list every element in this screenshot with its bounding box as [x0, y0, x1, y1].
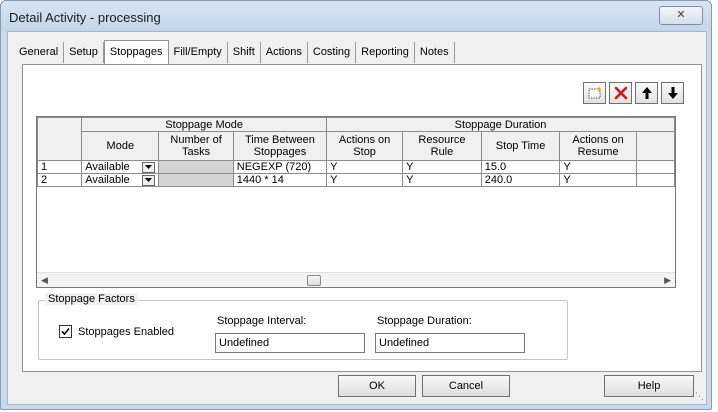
column-header-actions-on-resume[interactable]: Actions on Resume: [559, 131, 637, 161]
actions-on-stop-cell[interactable]: Y: [326, 173, 404, 187]
chevron-down-icon: [145, 165, 153, 169]
mode-select-value: Available: [85, 161, 130, 173]
grid-toolbar: [583, 82, 684, 104]
stoppages-table: Stoppage Mode Stoppage Duration Mode Num…: [37, 117, 675, 187]
window-title: Detail Activity - processing: [9, 10, 161, 25]
scroll-thumb[interactable]: [307, 275, 321, 286]
move-down-button[interactable]: [661, 82, 684, 104]
table-row[interactable]: 1 Available NEGEXP (720) Y Y 15.0 Y: [37, 160, 675, 174]
tab-fill-empty[interactable]: Fill/Empty: [169, 42, 228, 63]
ok-button[interactable]: OK: [338, 375, 416, 397]
new-row-button[interactable]: [583, 82, 606, 104]
table-row[interactable]: 2 Available 1440 * 14 Y Y 240.0 Y: [37, 173, 675, 187]
overflow-cell: [635, 160, 675, 174]
stop-time-cell[interactable]: 240.0: [480, 173, 561, 187]
scroll-right-icon[interactable]: ▶: [664, 275, 671, 286]
cancel-button[interactable]: Cancel: [422, 375, 510, 397]
dropdown-button[interactable]: [142, 161, 156, 173]
horizontal-scrollbar[interactable]: ◀ ▶: [37, 272, 675, 287]
tab-reporting[interactable]: Reporting: [356, 42, 415, 63]
dropdown-button[interactable]: [142, 174, 156, 186]
move-up-button[interactable]: [635, 82, 658, 104]
chevron-down-icon: [145, 178, 153, 182]
move-down-icon: [667, 87, 678, 99]
help-button[interactable]: Help: [604, 375, 694, 397]
stoppage-interval-field[interactable]: [215, 333, 365, 353]
group-header-stoppage-duration: Stoppage Duration: [326, 117, 675, 132]
actions-on-stop-cell[interactable]: Y: [326, 160, 404, 174]
number-of-tasks-cell: [158, 160, 234, 174]
checkbox-box[interactable]: [59, 325, 72, 338]
tab-strip: General Setup Stoppages Fill/Empty Shift…: [14, 40, 455, 64]
scroll-left-icon[interactable]: ◀: [41, 275, 48, 286]
move-up-icon: [641, 87, 652, 99]
stoppages-grid: Stoppage Mode Stoppage Duration Mode Num…: [36, 116, 676, 288]
resize-grip-icon[interactable]: ⋱: [695, 391, 704, 402]
tab-general[interactable]: General: [14, 42, 65, 63]
close-button[interactable]: ✕: [659, 6, 703, 25]
tab-notes[interactable]: Notes: [415, 42, 455, 63]
row-number-header: [37, 117, 83, 161]
stoppage-factors-group: Stoppage Factors Stoppages Enabled Stopp…: [38, 293, 568, 360]
dialog-window: Detail Activity - processing ✕ General S…: [0, 0, 712, 410]
column-header-overflow: [635, 131, 675, 161]
resource-rule-cell[interactable]: Y: [402, 160, 482, 174]
mode-select[interactable]: Available: [81, 173, 160, 187]
overflow-cell: [635, 173, 675, 187]
column-header-resource-rule[interactable]: Resource Rule: [402, 131, 482, 161]
checkmark-icon: [61, 327, 70, 336]
mode-select[interactable]: Available: [81, 160, 160, 174]
stoppage-factors-legend: Stoppage Factors: [45, 293, 138, 305]
tab-stoppages[interactable]: Stoppages: [103, 40, 169, 64]
column-header-time-between-stoppages[interactable]: Time Between Stoppages: [232, 131, 328, 161]
new-row-icon: [588, 86, 602, 99]
number-of-tasks-cell: [158, 173, 234, 187]
stoppages-enabled-checkbox[interactable]: Stoppages Enabled: [59, 325, 174, 338]
title-bar[interactable]: Detail Activity - processing ✕: [1, 1, 711, 31]
close-icon: ✕: [676, 9, 686, 21]
stoppage-duration-field[interactable]: [375, 333, 525, 353]
tab-setup[interactable]: Setup: [64, 42, 104, 63]
stoppage-duration-label: Stoppage Duration:: [377, 315, 472, 327]
mode-select-value: Available: [85, 174, 130, 186]
column-header-stop-time[interactable]: Stop Time: [480, 131, 561, 161]
column-header-mode[interactable]: Mode: [81, 131, 160, 161]
resource-rule-cell[interactable]: Y: [402, 173, 482, 187]
delete-icon: [614, 86, 627, 100]
tab-actions[interactable]: Actions: [261, 42, 308, 63]
dialog-client-area: General Setup Stoppages Fill/Empty Shift…: [7, 31, 707, 405]
tab-costing[interactable]: Costing: [308, 42, 357, 63]
actions-on-resume-cell[interactable]: Y: [559, 160, 637, 174]
delete-row-button[interactable]: [609, 82, 632, 104]
row-number[interactable]: 2: [37, 173, 83, 187]
time-between-stoppages-cell[interactable]: NEGEXP (720): [232, 160, 328, 174]
row-number[interactable]: 1: [37, 160, 83, 174]
group-header-stoppage-mode: Stoppage Mode: [81, 117, 328, 132]
stop-time-cell[interactable]: 15.0: [480, 160, 561, 174]
time-between-stoppages-cell[interactable]: 1440 * 14: [232, 173, 328, 187]
actions-on-resume-cell[interactable]: Y: [559, 173, 637, 187]
stoppage-interval-label: Stoppage Interval:: [217, 315, 307, 327]
stoppages-enabled-label: Stoppages Enabled: [78, 325, 175, 338]
column-header-number-of-tasks[interactable]: Number of Tasks: [158, 131, 234, 161]
column-header-actions-on-stop[interactable]: Actions on Stop: [326, 131, 404, 161]
tab-shift[interactable]: Shift: [228, 42, 261, 63]
